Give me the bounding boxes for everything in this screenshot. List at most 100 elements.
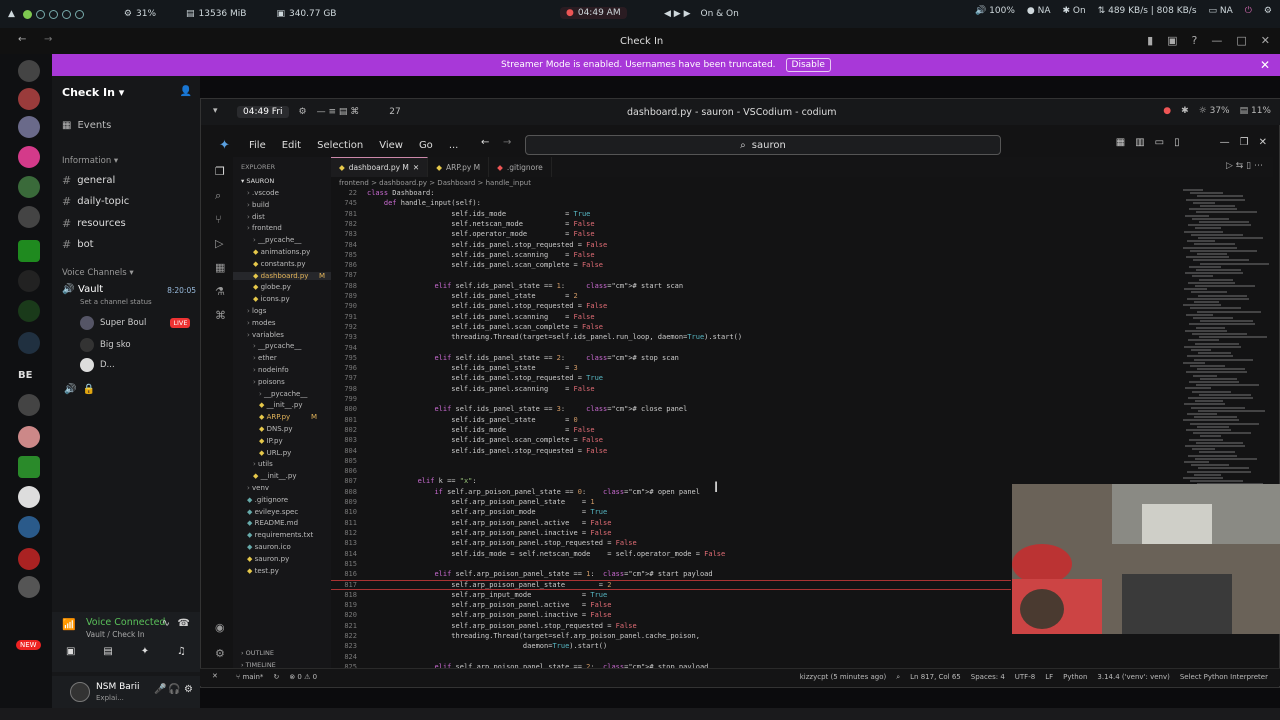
code-line[interactable]: 815 xyxy=(331,560,1011,570)
command-search-input[interactable]: ⌕ sauron xyxy=(525,135,1001,155)
file-tree-item[interactable]: ◆ .gitignore xyxy=(247,496,288,504)
server-icon[interactable] xyxy=(18,300,40,322)
file-tree-item[interactable]: › .vscode xyxy=(247,189,279,197)
nav-forward-icon[interactable]: → xyxy=(503,137,511,148)
code-line[interactable]: 802 self.ids_mode = False xyxy=(331,426,1011,436)
record-icon[interactable]: ● xyxy=(1163,106,1171,116)
remote-icon[interactable]: ⌘ xyxy=(215,309,226,322)
bluetooth-widget[interactable]: ✱ On xyxy=(1062,6,1085,16)
file-tree-item[interactable]: › modes xyxy=(247,319,276,327)
outline-header[interactable]: › OUTLINE xyxy=(241,649,274,657)
sidebar-toggle-icon[interactable]: ▥ xyxy=(1135,137,1144,148)
code-line[interactable]: 784 self.ids_panel.stop_requested = Fals… xyxy=(331,241,1011,251)
file-tree-item[interactable]: ◆ DNS.py xyxy=(259,425,293,433)
code-line[interactable]: 782 self.netscan_mode = False xyxy=(331,220,1011,230)
code-line[interactable]: 804 self.ids_panel.stop_requested = Fals… xyxy=(331,447,1011,457)
code-line[interactable]: 745 def handle_input(self): xyxy=(331,199,1011,209)
tab-arp[interactable]: ◆ ARP.py M xyxy=(428,157,490,177)
maximize-icon[interactable]: ❐ xyxy=(1240,137,1249,148)
activity-icon[interactable]: ✦ xyxy=(141,646,149,657)
aux-sidebar-icon[interactable]: ▯ xyxy=(1174,137,1180,148)
layout-icon[interactable]: ▦ xyxy=(1116,137,1125,148)
code-line[interactable]: 823 daemon=True).start() xyxy=(331,642,1011,652)
project-root[interactable]: ▾ SAURON xyxy=(241,177,274,185)
menu-selection[interactable]: Selection xyxy=(317,140,363,151)
file-tree-item[interactable]: ◆ sauron.ico xyxy=(247,543,291,551)
code-line[interactable]: 805 xyxy=(331,457,1011,467)
voice-channel-vault[interactable]: 🔊 Vault Set a channel status 8:20:05 xyxy=(62,282,198,312)
server-icon[interactable] xyxy=(18,548,40,570)
server-icon[interactable] xyxy=(18,426,40,448)
server-icon[interactable] xyxy=(18,88,40,110)
nav-back-icon[interactable]: ← xyxy=(481,137,489,148)
settings-icon[interactable]: ⚙ xyxy=(299,107,307,117)
file-tree-item[interactable]: ◆ requirements.txt xyxy=(247,531,313,539)
code-line[interactable]: 809 self.arp_poison_panel_state = 1 xyxy=(331,498,1011,508)
channel-resources[interactable]: # resources xyxy=(62,217,126,230)
voice-user[interactable]: Super Boul LIVE xyxy=(80,316,191,330)
server-icon[interactable] xyxy=(18,176,40,198)
testing-icon[interactable]: ⚗ xyxy=(215,285,225,298)
server-icon[interactable] xyxy=(18,240,40,262)
account-icon[interactable]: ◉ xyxy=(215,621,225,634)
media-widget[interactable]: ◀ ▶ ▶ On & On xyxy=(664,9,739,19)
code-line[interactable]: 794 xyxy=(331,344,1011,354)
code-line[interactable]: 798 self.ids_panel.scanning = False xyxy=(331,385,1011,395)
code-line[interactable]: 822 threading.Thread(target=self.arp_poi… xyxy=(331,632,1011,642)
server-icon[interactable] xyxy=(18,456,40,478)
file-tree-item[interactable]: › logs xyxy=(247,307,266,315)
file-tree-item[interactable]: ◆ IP.py xyxy=(259,437,283,445)
power-icon[interactable]: ⏻ xyxy=(1245,6,1252,16)
file-tree-item[interactable]: ◆ test.py xyxy=(247,567,279,575)
encoding-status[interactable]: UTF-8 xyxy=(1015,673,1035,682)
code-line[interactable]: 821 self.arp_poison_panel.stop_requested… xyxy=(331,622,1011,632)
code-line[interactable]: 800 elif self.ids_panel_state == 3: clas… xyxy=(331,405,1011,415)
add-user-icon[interactable]: 👤 xyxy=(180,86,192,97)
server-icon[interactable] xyxy=(18,486,40,508)
code-line[interactable]: 808 if self.arp_poison_panel_state == 0:… xyxy=(331,488,1011,498)
menu-more[interactable]: ... xyxy=(449,140,459,151)
code-line[interactable]: 788 elif self.ids_panel_state == 1: clas… xyxy=(331,282,1011,292)
file-tree-item[interactable]: › utils xyxy=(253,460,273,468)
maximize-icon[interactable]: □ xyxy=(1236,34,1246,47)
code-line[interactable]: 790 self.ids_panel.stop_requested = Fals… xyxy=(331,302,1011,312)
code-line[interactable]: 803 self.ids_panel.scan_complete = False xyxy=(331,436,1011,446)
headset-icon[interactable]: 🎧 xyxy=(168,684,180,695)
file-tree-item[interactable]: › dist xyxy=(247,213,265,221)
code-line[interactable]: 797 self.ids_panel.stop_requested = True xyxy=(331,374,1011,384)
code-line[interactable]: 786 self.ids_panel.scan_complete = False xyxy=(331,261,1011,271)
file-tree-item[interactable]: ◆ constants.py xyxy=(253,260,306,268)
code-line[interactable]: 795 elif self.ids_panel_state == 2: clas… xyxy=(331,354,1011,364)
layout-icon[interactable]: — ≡ ▤ ⌘ xyxy=(317,107,360,117)
back-icon[interactable]: ← xyxy=(18,34,26,45)
file-tree-item[interactable]: ◆ sauron.py xyxy=(247,555,289,563)
code-line[interactable]: 813 self.arp_poison_panel.stop_requested… xyxy=(331,539,1011,549)
category-voice[interactable]: Voice Channels ▾ xyxy=(62,268,134,278)
gear-icon[interactable]: ⚙ xyxy=(215,647,225,660)
close-icon[interactable]: ✕ xyxy=(1259,137,1267,148)
code-line[interactable]: 806 xyxy=(331,467,1011,477)
code-line[interactable]: 814 self.ids_mode = self.netscan_mode = … xyxy=(331,550,1011,560)
file-tree-item[interactable]: › variables xyxy=(247,331,284,339)
menu-edit[interactable]: Edit xyxy=(282,140,301,151)
code-line[interactable]: 799 xyxy=(331,395,1011,405)
file-tree-item[interactable]: ◆ __init__.py xyxy=(253,472,297,480)
indent-status[interactable]: Spaces: 4 xyxy=(971,673,1005,682)
menu-icon[interactable]: ▾ xyxy=(213,106,218,116)
events-item[interactable]: ▦ Events xyxy=(62,120,111,131)
problems-status[interactable]: ⊗ 0 ⚠ 0 xyxy=(289,673,317,681)
network-widget[interactable]: ● NA xyxy=(1027,6,1051,16)
speaker-icon[interactable]: 🔊 xyxy=(64,384,76,395)
code-line[interactable]: 807 elif k == "x": xyxy=(331,477,1011,487)
select-interpreter[interactable]: Select Python Interpreter xyxy=(1180,673,1268,682)
soundboard-icon[interactable]: ♫ xyxy=(177,646,186,657)
file-tree-item[interactable]: ◆ dashboard.py M xyxy=(233,271,331,280)
code-line[interactable]: 796 self.ids_panel_state = 3 xyxy=(331,364,1011,374)
clock-widget[interactable]: ● 04:49 AM xyxy=(560,7,627,19)
file-tree-item[interactable]: ◆ animations.py xyxy=(253,248,310,256)
code-line[interactable]: 791 self.ids_panel.scanning = False xyxy=(331,313,1011,323)
server-icon[interactable] xyxy=(18,206,40,228)
zoom-icon[interactable]: ⌕ xyxy=(896,673,900,682)
server-icon[interactable] xyxy=(18,576,40,598)
language-status[interactable]: Python xyxy=(1063,673,1087,682)
